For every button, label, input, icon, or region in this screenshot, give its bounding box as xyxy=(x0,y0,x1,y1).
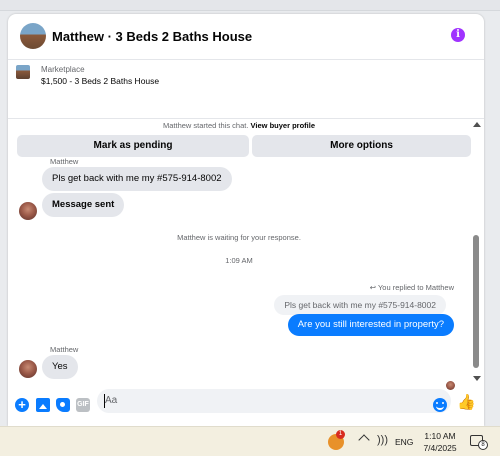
message-scrollbar[interactable] xyxy=(470,119,484,384)
listing-panel: Marketplace $1,500 - 3 Beds 2 Baths Hous… xyxy=(8,60,484,157)
chat-title[interactable]: Matthew · 3 Beds 2 Baths House xyxy=(52,29,252,44)
message-list: Matthew started this chat. View buyer pr… xyxy=(8,119,470,390)
sender-avatar[interactable] xyxy=(19,202,37,220)
tray-app-badge: 1 xyxy=(336,430,345,439)
emoji-icon[interactable] xyxy=(433,398,447,412)
sender-avatar[interactable] xyxy=(19,360,37,378)
scroll-thumb[interactable] xyxy=(473,235,479,368)
waiting-notice: Matthew is waiting for your response. xyxy=(177,233,301,242)
clock-time[interactable]: 1:10 AM xyxy=(420,431,460,441)
like-icon[interactable]: 👍 xyxy=(457,395,476,411)
gif-icon[interactable]: GIF xyxy=(76,398,90,412)
listing-title[interactable]: $1,500 - 3 Beds 2 Baths House xyxy=(41,76,159,86)
windows-taskbar: 1 ))) ENG 1:10 AM 7/4/2025 8 xyxy=(0,426,500,456)
view-buyer-profile-link[interactable]: View buyer profile xyxy=(251,121,315,130)
reply-indicator-text: You replied to Matthew xyxy=(377,283,454,292)
notification-count-badge: 8 xyxy=(478,440,488,450)
message-composer: + GIF Aa 👍 xyxy=(8,384,484,426)
language-indicator[interactable]: ENG xyxy=(395,437,413,447)
wifi-icon[interactable]: ))) xyxy=(377,434,388,446)
marketplace-label: Marketplace xyxy=(41,65,85,74)
photo-icon[interactable] xyxy=(36,398,50,412)
chat-started-text: Matthew started this chat. xyxy=(162,121,249,130)
listing-thumbnail[interactable] xyxy=(16,65,30,79)
message-timestamp: 1:09 AM xyxy=(225,256,253,265)
sticker-icon[interactable] xyxy=(56,398,70,412)
plus-icon[interactable]: + xyxy=(15,398,29,412)
incoming-message[interactable]: Pls get back with me my #575-914-8002 xyxy=(42,167,232,191)
clock-date[interactable]: 7/4/2025 xyxy=(420,443,460,453)
page-top-strip xyxy=(0,0,500,10)
reply-indicator: ↩ You replied to Matthew xyxy=(370,283,454,292)
outgoing-message[interactable]: Are you still interested in property? xyxy=(287,314,454,336)
scroll-up-arrow-icon[interactable] xyxy=(473,122,481,127)
message-input[interactable]: Aa xyxy=(97,389,451,413)
sender-name: Matthew xyxy=(50,345,79,354)
page-divider xyxy=(0,10,500,11)
show-hidden-icons-chevron-icon[interactable] xyxy=(358,434,370,446)
reply-icon: ↩ xyxy=(369,283,377,292)
info-icon[interactable]: i xyxy=(451,28,465,42)
incoming-message[interactable]: Yes xyxy=(42,355,78,379)
sender-name: Matthew xyxy=(50,157,79,166)
chat-header: Matthew · 3 Beds 2 Baths House i xyxy=(8,14,484,60)
message-input-placeholder: Aa xyxy=(105,395,118,406)
chat-window: Matthew · 3 Beds 2 Baths House i Marketp… xyxy=(8,14,484,426)
scroll-down-arrow-icon[interactable] xyxy=(473,376,481,381)
quoted-message[interactable]: Pls get back with me my #575-914-8002 xyxy=(274,295,446,315)
incoming-message[interactable]: Message sent xyxy=(42,193,125,217)
chat-started-notice: Matthew started this chat. View buyer pr… xyxy=(8,121,470,130)
listing-avatar[interactable] xyxy=(20,23,46,49)
